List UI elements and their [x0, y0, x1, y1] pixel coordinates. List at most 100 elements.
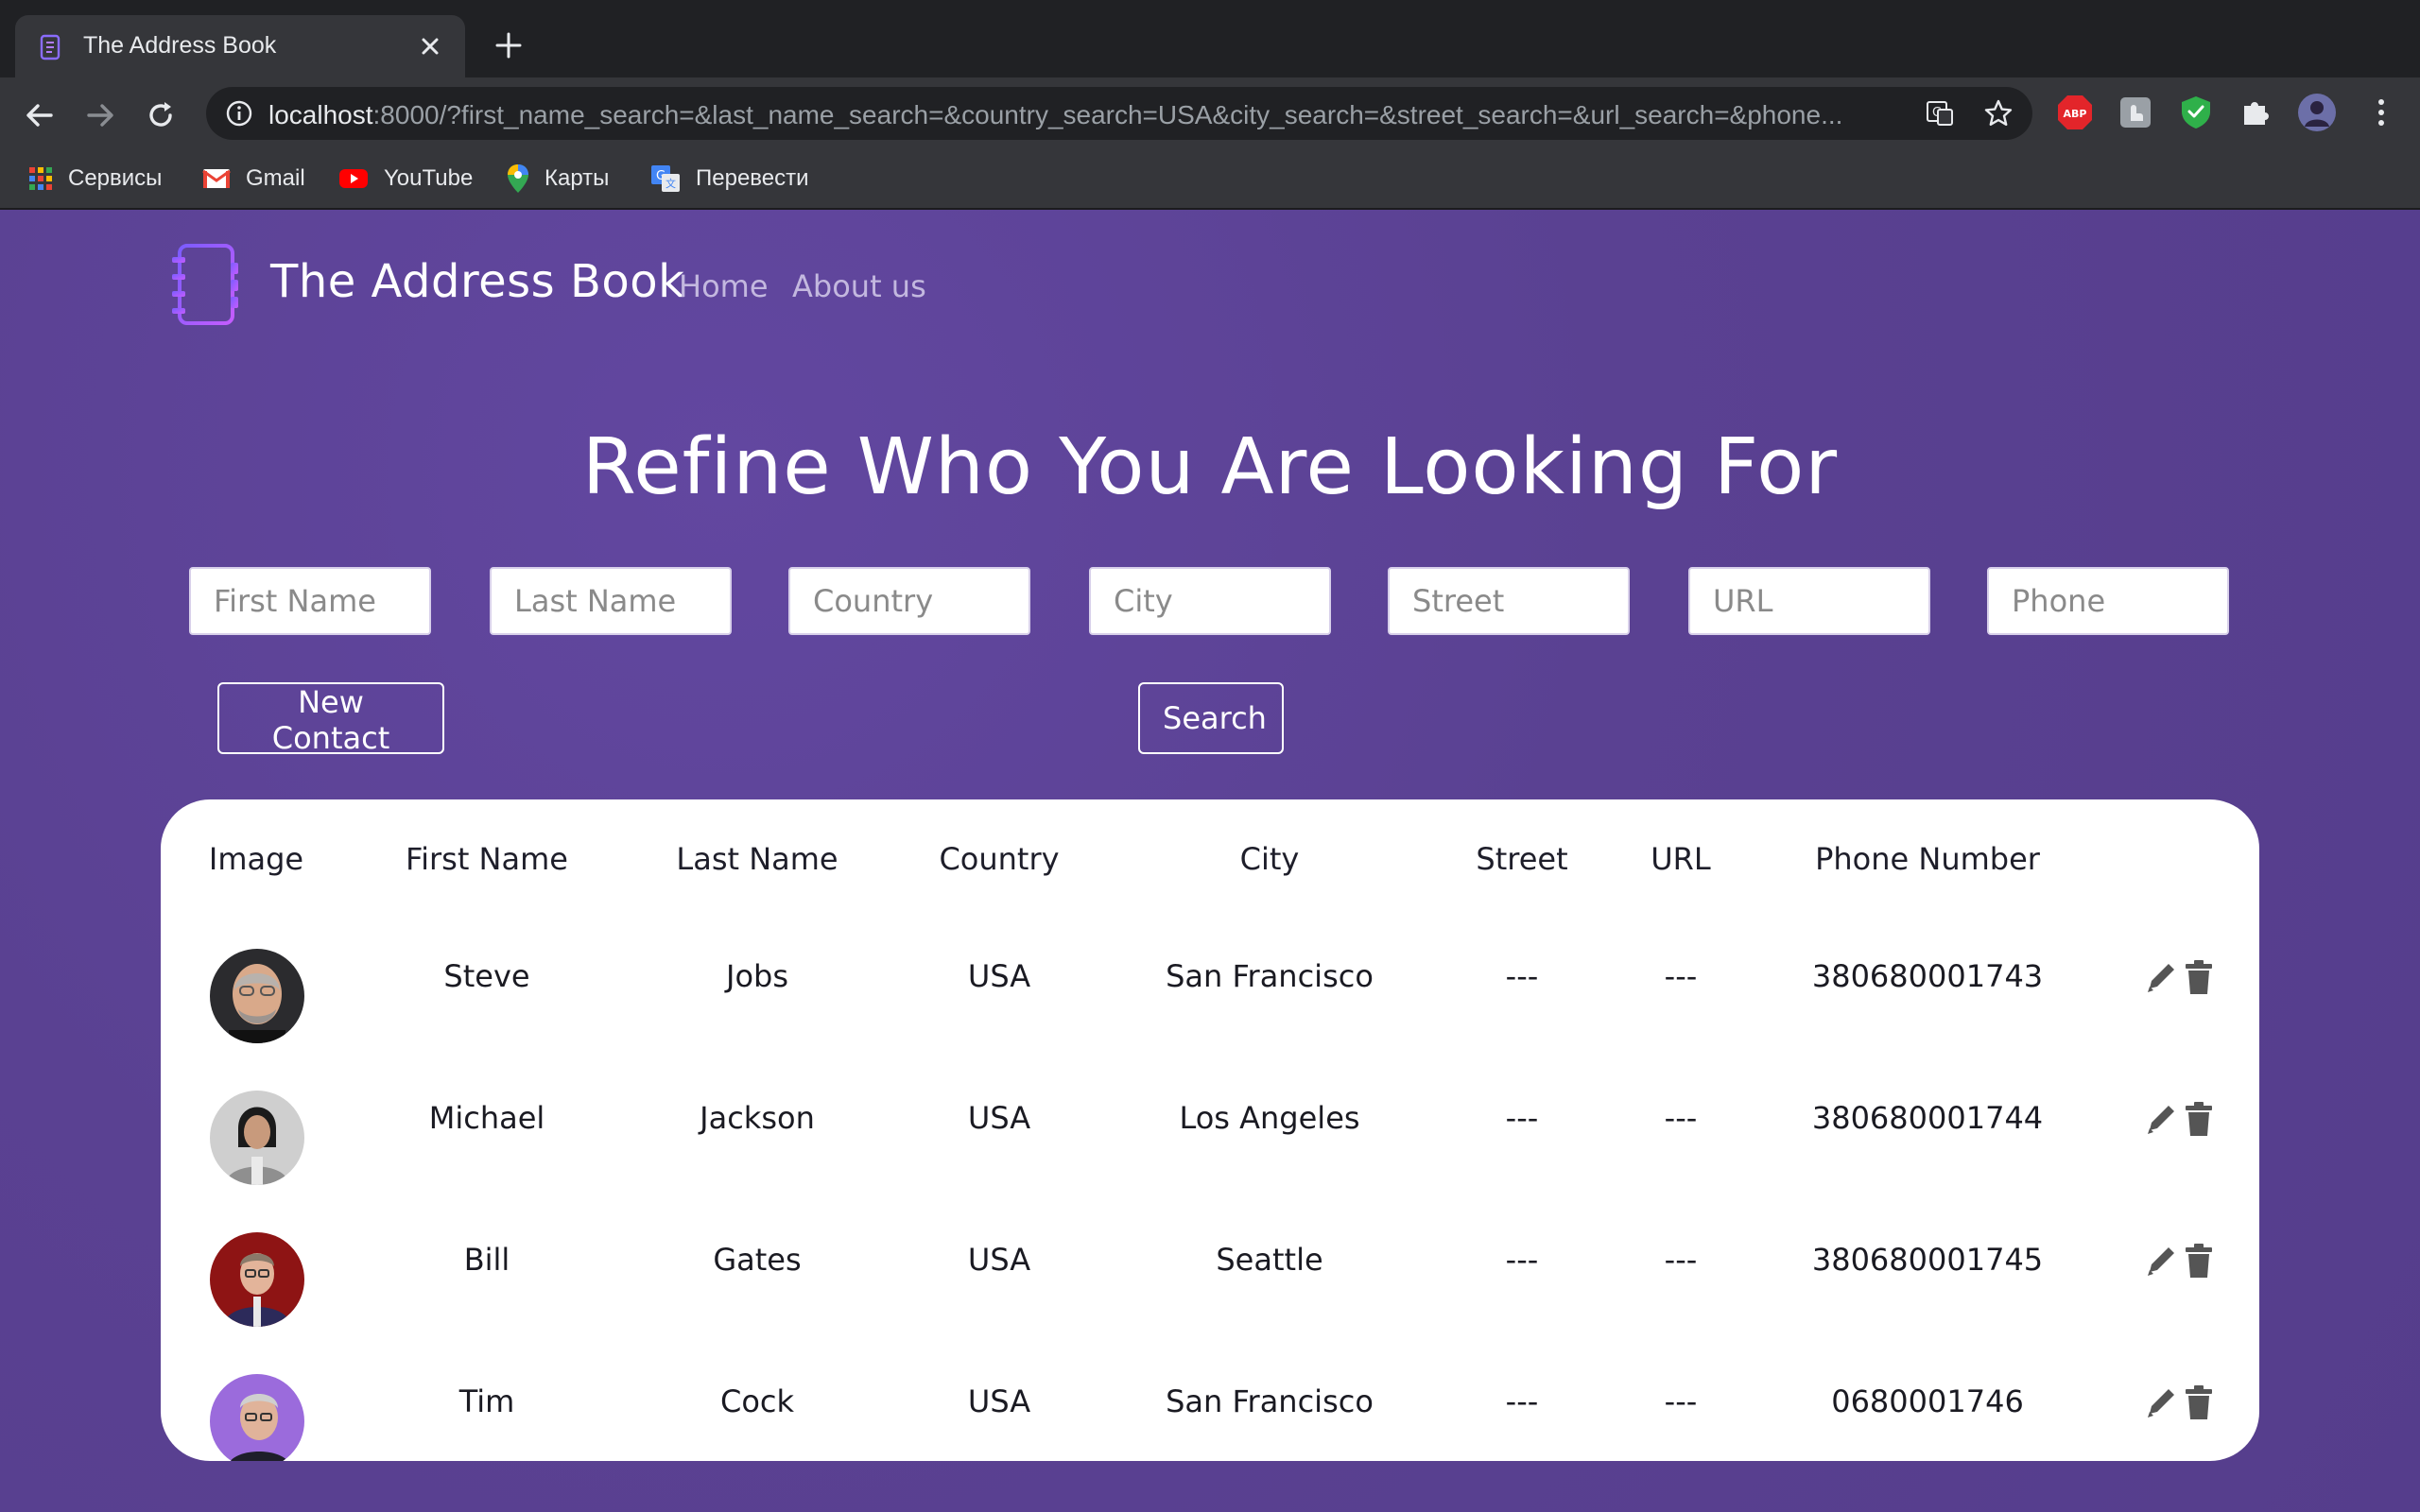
- last-name-search-input[interactable]: [490, 567, 732, 635]
- new-tab-icon[interactable]: [493, 30, 524, 60]
- phone-search-input[interactable]: [1987, 567, 2229, 635]
- cell-url: ---: [1664, 1383, 1698, 1419]
- edit-pencil-icon[interactable]: [2144, 1383, 2178, 1421]
- contact-avatar: [210, 949, 304, 1043]
- cell-url: ---: [1664, 1242, 1698, 1278]
- brand-title[interactable]: The Address Book: [270, 255, 684, 308]
- page-title: Refine Who You Are Looking For: [581, 421, 1839, 512]
- svg-text:ABP: ABP: [2064, 108, 2087, 120]
- new-contact-button[interactable]: New Contact: [217, 682, 444, 756]
- cell-last-name: Jobs: [726, 958, 788, 994]
- cell-first-name: Michael: [428, 1100, 545, 1136]
- tab-title: The Address Book: [83, 32, 277, 59]
- city-search-input[interactable]: [1089, 567, 1331, 635]
- url-search-input[interactable]: [1688, 567, 1930, 635]
- cell-city: San Francisco: [1166, 958, 1374, 994]
- translate-page-icon[interactable]: G: [1925, 98, 1955, 129]
- column-header-url: URL: [1651, 841, 1711, 877]
- cell-city: Seattle: [1216, 1242, 1323, 1278]
- cell-url: ---: [1664, 958, 1698, 994]
- cell-first-name: Steve: [443, 958, 530, 994]
- delete-trash-icon[interactable]: [2182, 1242, 2216, 1280]
- apps-grid-icon: [29, 167, 52, 190]
- bookmark-gmail[interactable]: Gmail: [202, 163, 305, 195]
- bookmark-maps[interactable]: Карты: [507, 163, 609, 195]
- bookmark-services[interactable]: Сервисы: [28, 163, 162, 195]
- cell-country: USA: [967, 1100, 1031, 1136]
- delete-trash-icon[interactable]: [2182, 1100, 2216, 1138]
- maps-pin-icon: [508, 164, 528, 193]
- contact-avatar: [210, 1091, 304, 1185]
- table-row: Bill Gates USA Seattle --- --- 380680001…: [161, 1221, 2259, 1363]
- column-header-first-name: First Name: [406, 841, 568, 877]
- address-book-favicon-icon: [40, 34, 60, 60]
- cell-last-name: Gates: [713, 1242, 802, 1278]
- site-info-icon[interactable]: [225, 99, 253, 128]
- translate-icon: G 文: [651, 165, 680, 192]
- forward-arrow-icon[interactable]: [83, 98, 117, 132]
- cell-country: USA: [967, 958, 1031, 994]
- puzzle-icon[interactable]: [2238, 94, 2274, 130]
- reload-icon[interactable]: [144, 98, 178, 132]
- profile-avatar[interactable]: [2297, 93, 2337, 132]
- extension-icon[interactable]: [2118, 94, 2153, 130]
- youtube-icon: [339, 169, 368, 188]
- cell-last-name: Cock: [719, 1383, 795, 1419]
- bookmark-translate[interactable]: G 文 Перевести: [650, 163, 809, 195]
- edit-pencil-icon[interactable]: [2144, 958, 2178, 996]
- bookmark-youtube[interactable]: YouTube: [338, 163, 473, 195]
- svg-text:文: 文: [666, 177, 676, 190]
- cell-street: ---: [1505, 1100, 1539, 1136]
- bookmark-label: Карты: [544, 165, 610, 191]
- delete-trash-icon[interactable]: [2182, 1383, 2216, 1421]
- cell-first-name: Bill: [463, 1242, 510, 1278]
- table-row: Steve Jobs USA San Francisco --- --- 380…: [161, 937, 2259, 1079]
- adblock-icon[interactable]: ABP: [2057, 94, 2093, 130]
- cell-phone: 380680001745: [1811, 1242, 2044, 1278]
- cell-country: USA: [967, 1383, 1031, 1419]
- close-tab-icon[interactable]: [418, 34, 442, 59]
- column-header-last-name: Last Name: [676, 841, 838, 877]
- cell-url: ---: [1664, 1100, 1698, 1136]
- column-header-country: Country: [939, 841, 1060, 877]
- contact-avatar: [210, 1374, 304, 1461]
- gmail-icon: [202, 169, 231, 188]
- cell-street: ---: [1505, 1242, 1539, 1278]
- address-book-logo-icon[interactable]: [170, 242, 242, 327]
- browser-tabstrip: The Address Book: [0, 0, 2420, 77]
- edit-pencil-icon[interactable]: [2144, 1242, 2178, 1280]
- kebab-menu-icon[interactable]: [2363, 94, 2399, 130]
- country-search-input[interactable]: [788, 567, 1030, 635]
- shield-icon[interactable]: [2178, 94, 2214, 130]
- url-path: :8000/?first_name_search=&last_name_sear…: [372, 100, 1843, 129]
- column-header-city: City: [1239, 841, 1300, 877]
- cell-city: San Francisco: [1166, 1383, 1374, 1419]
- edit-pencil-icon[interactable]: [2144, 1100, 2178, 1138]
- bookmark-label: Сервисы: [68, 165, 163, 191]
- table-row: Tim Cock USA San Francisco --- --- 06800…: [161, 1363, 2259, 1461]
- street-search-input[interactable]: [1388, 567, 1630, 635]
- bookmark-label: Gmail: [246, 165, 305, 191]
- column-header-image: Image: [208, 841, 304, 877]
- url-host: localhost: [268, 100, 373, 129]
- cell-street: ---: [1505, 1383, 1539, 1419]
- bookmark-star-icon[interactable]: [1983, 98, 2014, 129]
- cell-phone: 380680001744: [1811, 1100, 2044, 1136]
- contact-avatar: [210, 1232, 304, 1327]
- cell-first-name: Tim: [458, 1383, 515, 1419]
- bookmark-label: YouTube: [384, 165, 474, 191]
- url-text: localhost:8000/?first_name_search=&last_…: [268, 100, 2093, 130]
- cell-last-name: Jackson: [700, 1100, 815, 1136]
- delete-trash-icon[interactable]: [2182, 958, 2216, 996]
- column-header-street: Street: [1476, 841, 1568, 877]
- bookmark-label: Перевести: [696, 165, 809, 191]
- column-header-phone: Phone Number: [1815, 841, 2040, 877]
- cell-phone: 380680001743: [1811, 958, 2044, 994]
- nav-link-about[interactable]: About us: [792, 268, 926, 304]
- address-bar[interactable]: localhost:8000/?first_name_search=&last_…: [206, 87, 2032, 140]
- browser-tab[interactable]: The Address Book: [15, 15, 465, 77]
- nav-link-home[interactable]: Home: [679, 268, 769, 304]
- back-arrow-icon[interactable]: [23, 98, 57, 132]
- search-button[interactable]: Search: [1138, 682, 1284, 754]
- first-name-search-input[interactable]: [189, 567, 431, 635]
